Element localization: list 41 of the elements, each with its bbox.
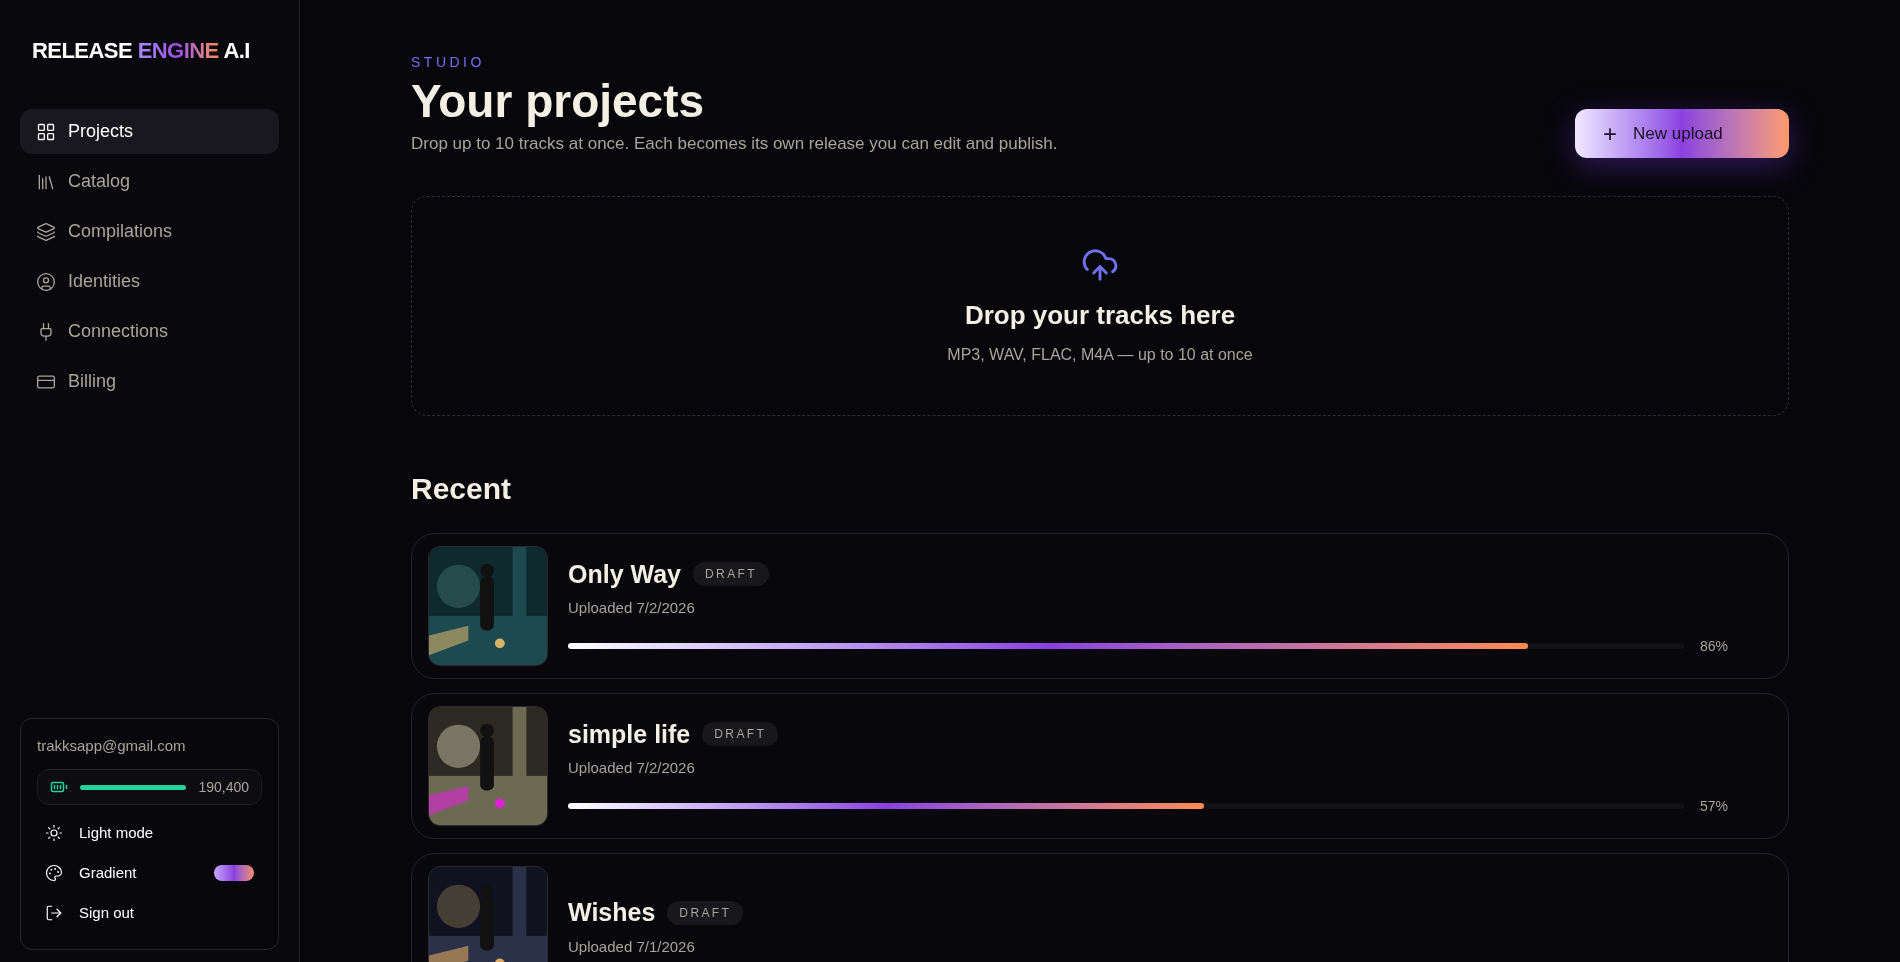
gradient-toggle[interactable]: [214, 865, 254, 881]
sidebar-item[interactable]: Connections: [20, 309, 279, 354]
sidebar-item[interactable]: Catalog: [20, 159, 279, 204]
upload-date: Uploaded 7/2/2026: [568, 758, 696, 778]
grid-icon: [36, 121, 56, 142]
project-card[interactable]: simple life DRAFT Uploaded 7/2/2026 57%: [411, 693, 1789, 839]
sidebar-item[interactable]: Compilations: [20, 209, 279, 254]
page-title: Your projects: [411, 74, 706, 129]
user-circle-icon: [36, 271, 56, 292]
status-badge: DRAFT: [693, 562, 769, 587]
status-badge: DRAFT: [702, 722, 779, 747]
progress-reading: 86%: [1700, 636, 1730, 656]
layers-icon: [36, 221, 56, 242]
new-upload-button[interactable]: + New upload: [1575, 109, 1789, 158]
sign-out-icon: [45, 904, 63, 922]
eyebrow-label: STUDIO: [411, 53, 486, 72]
menu-item[interactable]: Sign out: [37, 893, 262, 933]
upload-date: Uploaded 7/2/2026: [568, 598, 696, 618]
drop-zone[interactable]: Drop your tracks here MP3, WAV, FLAC, M4A — up to 10 at once: [411, 196, 1789, 416]
progress-reading: 57%: [1700, 796, 1730, 816]
project-title: Wishes: [568, 897, 656, 928]
project-title: Only Way: [568, 558, 681, 590]
project-title: simple life: [568, 718, 691, 750]
sidebar-item[interactable]: Projects: [20, 109, 279, 154]
sidebar-item[interactable]: Identities: [20, 259, 279, 304]
section-title: Recent: [411, 471, 513, 507]
menu-item[interactable]: Light mode: [37, 813, 262, 853]
credits-reading: 190,400: [198, 777, 249, 797]
project-card[interactable]: Wishes DRAFT Uploaded 7/1/2026: [411, 853, 1789, 962]
status-badge: DRAFT: [667, 900, 744, 925]
sidebar-item[interactable]: Billing: [20, 359, 279, 404]
palette-icon: [45, 864, 63, 882]
project-card[interactable]: Only Way DRAFT Uploaded 7/2/2026 86%: [411, 533, 1789, 679]
upload-date: Uploaded 7/1/2026: [568, 936, 696, 957]
toggle-row[interactable]: Gradient: [37, 853, 262, 893]
logo: RELEASE ENGINE A.I: [31, 37, 251, 65]
drop-zone-hint: MP3, WAV, FLAC, M4A — up to 10 at once: [947, 344, 1253, 365]
drop-zone-title: Drop your tracks here: [964, 298, 1236, 332]
sun-icon: [45, 824, 63, 842]
page-subtitle: Drop up to 10 tracks at once. Each becomes its own release you can edit and publish.: [411, 132, 1058, 155]
account-email: trakksapp@gmail.com: [37, 735, 187, 756]
